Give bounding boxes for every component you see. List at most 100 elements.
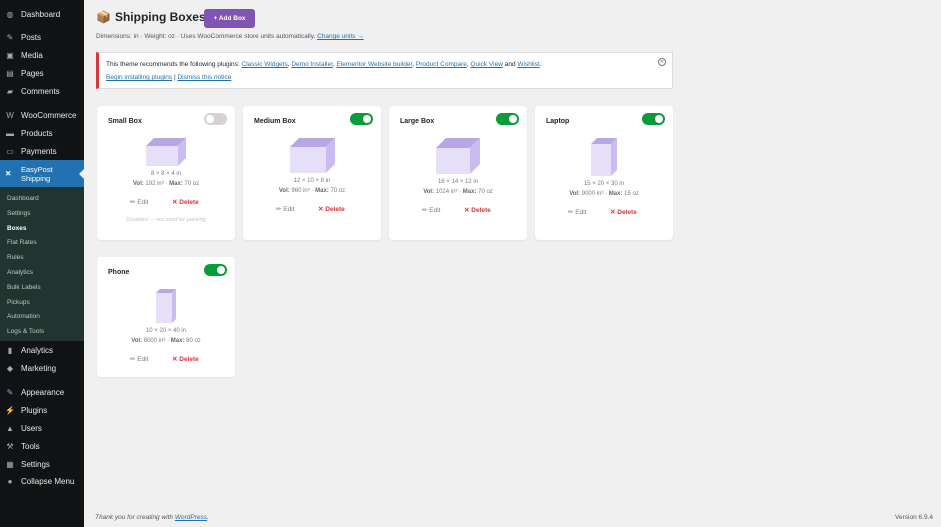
dashboard-icon: ◍ xyxy=(6,9,14,19)
sidebar-item-users[interactable]: ▲ Users xyxy=(0,419,84,437)
box-illustration-icon xyxy=(436,138,480,174)
box-name: Phone xyxy=(108,269,130,276)
plugin-link[interactable]: Quick View xyxy=(471,61,503,68)
close-notice-icon[interactable]: ✕ xyxy=(658,58,666,66)
delete-button[interactable]: ✕ Delete xyxy=(318,205,345,213)
sidebar-item-tools[interactable]: ⚒ Tools xyxy=(0,437,84,455)
sidebar-item-pages[interactable]: ▤ Pages xyxy=(0,64,84,82)
submenu-item-flat-rates[interactable]: Flat Rates xyxy=(7,239,37,246)
sidebar-item-media[interactable]: ▣ Media xyxy=(0,46,84,64)
woo-icon: W xyxy=(6,110,14,120)
submenu-item-bulk-labels[interactable]: Bulk Labels xyxy=(7,284,41,291)
submenu-item-pickups[interactable]: Pickups xyxy=(7,299,30,306)
edit-button[interactable]: ✏ Edit xyxy=(130,198,148,206)
enable-toggle[interactable] xyxy=(642,113,665,125)
box-volume: Vol: 1024 in³ · Max: 70 oz xyxy=(423,189,493,195)
box-volume: Vol: 8000 in³ · Max: 80 oz xyxy=(131,338,201,344)
sidebar-item-appearance[interactable]: ✎ Appearance xyxy=(0,383,84,401)
add-box-button[interactable]: + Add Box xyxy=(204,9,255,28)
submenu-item-dashboard[interactable]: Dashboard xyxy=(7,195,39,202)
begin-installing-link[interactable]: Begin installing plugins xyxy=(106,74,172,81)
sidebar-item-analytics[interactable]: ▮ Analytics xyxy=(0,341,84,359)
easypost-icon: ✕ xyxy=(5,169,12,178)
enable-toggle[interactable] xyxy=(204,113,227,125)
box-dimensions: 12 × 10 × 8 in xyxy=(293,178,331,184)
box-card: Laptop 15 × 20 × 30 in Vol: 9000 in³ · M… xyxy=(535,106,673,240)
edit-button[interactable]: ✏ Edit xyxy=(422,206,440,214)
submenu-item-rules[interactable]: Rules xyxy=(7,254,24,261)
analytics-icon: ▮ xyxy=(7,345,13,355)
box-illustration-icon xyxy=(289,138,335,173)
box-volume: Vol: 192 in³ · Max: 70 oz xyxy=(132,181,200,187)
submenu-item-boxes[interactable]: Boxes xyxy=(7,225,27,232)
enable-toggle[interactable] xyxy=(204,264,227,276)
plugin-link[interactable]: Product Compare xyxy=(416,61,467,68)
wordpress-link[interactable]: WordPress xyxy=(175,514,207,521)
sidebar-item-plugins[interactable]: ⚡ Plugins xyxy=(0,401,84,419)
delete-button[interactable]: ✕ Delete xyxy=(610,208,637,216)
sidebar-item-settings[interactable]: ▦ Settings xyxy=(0,455,84,473)
submenu-item-settings[interactable]: Settings xyxy=(7,210,31,217)
user-icon: ▲ xyxy=(6,423,14,433)
comment-icon: ▰ xyxy=(6,86,14,96)
sidebar-item-dashboard[interactable]: ◍ Dashboard xyxy=(0,5,84,23)
products-icon: ▬ xyxy=(6,128,14,138)
edit-button[interactable]: ✏ Edit xyxy=(130,355,148,363)
box-name: Medium Box xyxy=(254,118,296,125)
sidebar-item-payments[interactable]: ▭ Payments xyxy=(0,142,84,160)
box-dimensions: 16 × 14 × 12 in xyxy=(437,179,479,185)
box-dimensions: 10 × 20 × 40 in xyxy=(145,328,187,334)
submenu-item-analytics[interactable]: Analytics xyxy=(7,269,33,276)
wrench-icon: ⚒ xyxy=(6,441,14,451)
box-volume: Vol: 9000 in³ · Max: 15 oz xyxy=(569,191,639,197)
sidebar-item-easypost-shipping[interactable]: ✕ EasyPost Shipping xyxy=(0,160,84,187)
footer-text: Thank you for creating with WordPress. xyxy=(95,514,209,521)
sidebar-item-collapse-menu[interactable]: ● Collapse Menu xyxy=(0,472,84,490)
plugin-link[interactable]: Demo Installer xyxy=(291,61,333,68)
sidebar-item-comments[interactable]: ▰ Comments xyxy=(0,82,84,100)
box-dimensions: 15 × 20 × 30 in xyxy=(583,181,625,187)
submenu-item-logs-tools[interactable]: Logs & Tools xyxy=(7,328,44,335)
sidebar-item-woocommerce[interactable]: W WooCommerce xyxy=(0,106,84,124)
delete-button[interactable]: ✕ Delete xyxy=(172,355,199,363)
version: Version 6.9.4 xyxy=(895,514,933,521)
megaphone-icon: ◆ xyxy=(6,363,14,373)
dismiss-notice-link[interactable]: Dismiss this notice xyxy=(177,74,231,81)
payments-icon: ▭ xyxy=(6,146,14,156)
pages-icon: ▤ xyxy=(6,68,14,78)
main-content: 📦 Shipping Boxes + Add Box Dimensions: in… xyxy=(84,0,941,527)
box-card: Large Box 16 × 14 × 12 in Vol: 1024 in³ … xyxy=(389,106,527,240)
delete-button[interactable]: ✕ Delete xyxy=(464,206,491,214)
edit-button[interactable]: ✏ Edit xyxy=(568,208,586,216)
submenu-item-automation[interactable]: Automation xyxy=(7,313,40,320)
submenu: Dashboard Settings Boxes Flat Rates Rules Ana… xyxy=(0,187,84,341)
plugin-link[interactable]: Classic Widgets xyxy=(242,61,288,68)
settings-icon: ▦ xyxy=(6,459,14,469)
collapse-icon: ● xyxy=(7,476,13,486)
box-illustration-icon xyxy=(591,138,617,176)
plugin-link[interactable]: Wishlist xyxy=(517,61,539,68)
media-icon: ▣ xyxy=(6,50,14,60)
box-name: Small Box xyxy=(108,118,142,125)
delete-button[interactable]: ✕ Delete xyxy=(172,198,199,206)
box-name: Large Box xyxy=(400,118,435,125)
sidebar-item-posts[interactable]: ✎ Posts xyxy=(0,28,84,46)
page-title: 📦 Shipping Boxes xyxy=(96,10,206,24)
box-illustration-icon xyxy=(146,138,186,166)
sidebar-item-marketing[interactable]: ◆ Marketing xyxy=(0,359,84,377)
box-card: Medium Box 12 × 10 × 8 in Vol: 960 in³ ·… xyxy=(243,106,381,240)
box-dimensions: 8 × 8 × 4 in xyxy=(150,171,182,177)
plugin-notice: This theme recommends the following plug… xyxy=(96,52,673,89)
enable-toggle[interactable] xyxy=(496,113,519,125)
units-info: Dimensions: in · Weight: oz · Uses WooCo… xyxy=(96,33,364,40)
edit-button[interactable]: ✏ Edit xyxy=(276,205,294,213)
box-name: Laptop xyxy=(546,118,570,125)
sidebar-item-products[interactable]: ▬ Products xyxy=(0,124,84,142)
pin-icon: ✎ xyxy=(6,32,14,42)
change-units-link[interactable]: Change units → xyxy=(317,33,364,40)
enable-toggle[interactable] xyxy=(350,113,373,125)
box-card: Small Box 8 × 8 × 4 in Vol: 192 in³ · Ma… xyxy=(97,106,235,240)
package-icon: 📦 xyxy=(96,10,111,24)
plugin-link[interactable]: Elementor Website builder xyxy=(337,61,413,68)
box-illustration-icon xyxy=(156,289,176,323)
